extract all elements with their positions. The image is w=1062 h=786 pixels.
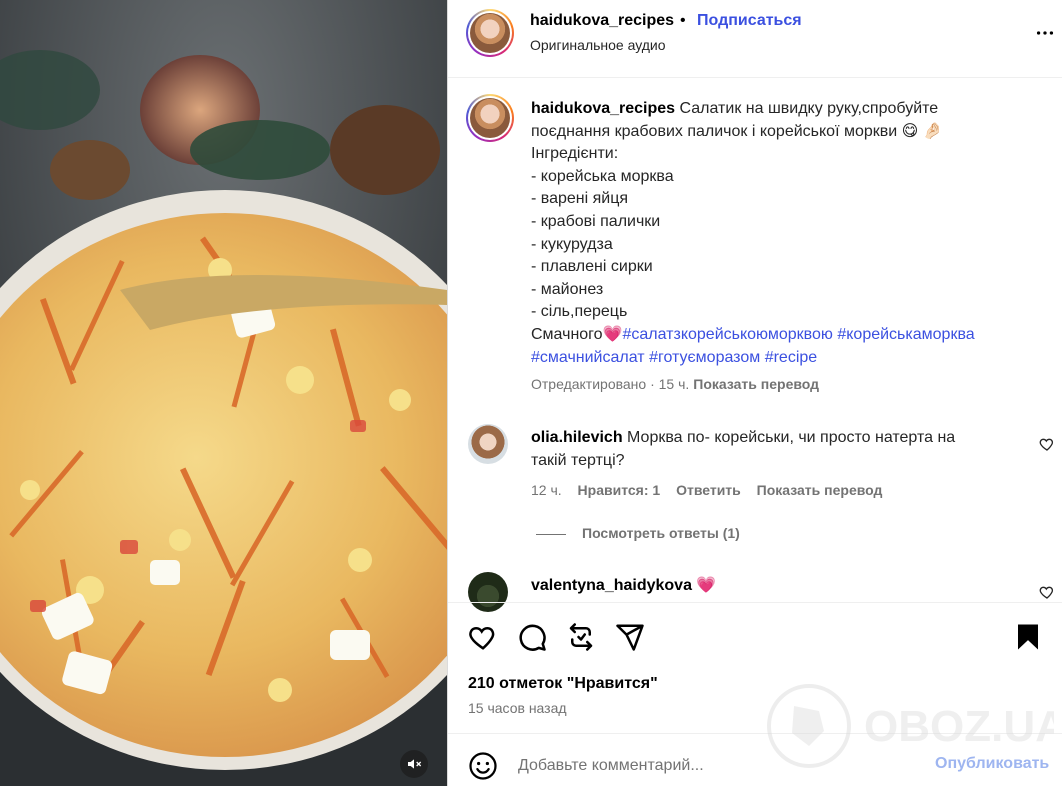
caption-line: поєднання крабових паличок і корейської … bbox=[531, 122, 943, 140]
bookmark-icon[interactable] bbox=[1013, 622, 1043, 652]
follow-button[interactable]: Подписаться bbox=[697, 12, 802, 30]
heart-icon[interactable] bbox=[468, 622, 498, 652]
caption-line: Інгредієнти: bbox=[531, 145, 619, 163]
comment-body: 💗 bbox=[696, 577, 717, 594]
caption-closing: Смачного💗 bbox=[531, 325, 623, 343]
ingredient-item: - майонез bbox=[531, 280, 604, 298]
caption-username[interactable]: haidukova_recipes bbox=[531, 100, 675, 117]
hashtag-link[interactable]: #recipe bbox=[765, 349, 817, 366]
comment-likes[interactable]: Нравится: 1 bbox=[578, 482, 661, 498]
salad-video-frame bbox=[0, 0, 447, 786]
repost-icon[interactable] bbox=[566, 622, 596, 652]
hashtag-link[interactable]: #готуєморазом bbox=[649, 349, 760, 366]
comment-time: 12 ч. bbox=[531, 482, 562, 498]
commenter-username[interactable]: valentyna_haidykova bbox=[531, 577, 692, 594]
comment-icon[interactable] bbox=[517, 622, 547, 652]
send-icon[interactable] bbox=[615, 622, 645, 652]
ingredient-item: - плавлені сирки bbox=[531, 258, 653, 276]
ingredient-item: - корейська морква bbox=[531, 167, 674, 185]
view-replies-button[interactable]: Посмотреть ответы (1) bbox=[536, 525, 740, 541]
comment-like-heart-icon[interactable] bbox=[1039, 584, 1055, 600]
ingredient-item: - крабові палички bbox=[531, 212, 661, 230]
emoji-icon[interactable] bbox=[468, 751, 498, 781]
ingredient-item: - кукурудза bbox=[531, 235, 613, 253]
post-actions: OBOZ.UA 210 отметок "Нравится" 15 часов … bbox=[448, 602, 1062, 768]
ingredient-item: - сіль,перець bbox=[531, 303, 628, 321]
comment-translate-button[interactable]: Показать перевод bbox=[757, 482, 883, 498]
hashtag-link[interactable]: #корейськаморква bbox=[837, 326, 974, 343]
post-dialog: haidukova_recipes • Подписаться Оригинал… bbox=[0, 0, 1062, 786]
separator-dot: • bbox=[680, 12, 686, 29]
show-translation-button[interactable]: Показать перевод bbox=[693, 376, 819, 392]
comment-input[interactable] bbox=[518, 753, 918, 779]
author-username[interactable]: haidukova_recipes bbox=[530, 12, 674, 30]
caption-meta: Отредактировано · 15 ч. Показать перевод bbox=[531, 376, 819, 392]
audio-label[interactable]: Оригинальное аудио bbox=[530, 37, 666, 53]
caption-line: Салатик на швидку руку,спробуйте bbox=[679, 100, 939, 117]
likes-count[interactable]: 210 отметок "Нравится" bbox=[468, 675, 658, 693]
comment-text: olia.hilevich Морква по- корейськи, чи п… bbox=[531, 426, 1011, 472]
comment-composer: Опубликовать bbox=[448, 735, 1062, 786]
caption-author-avatar[interactable] bbox=[466, 94, 514, 142]
post-time: 15 часов назад bbox=[468, 700, 567, 716]
commenter-username[interactable]: olia.hilevich bbox=[531, 429, 623, 446]
post-caption: haidukova_recipes Салатик на швидку руку… bbox=[531, 98, 1051, 369]
comment-body: такій тертці? bbox=[531, 452, 625, 469]
more-horizontal-icon[interactable] bbox=[1034, 22, 1056, 44]
comment-meta: 12 ч. Нравится: 1 Ответить Показать пере… bbox=[531, 482, 894, 498]
hashtag-link[interactable]: #салатзкорейськоюморквою bbox=[622, 326, 832, 343]
comment-text: valentyna_haidykova 💗 bbox=[531, 574, 1011, 597]
ingredient-item: - варені яйця bbox=[531, 190, 629, 208]
post-video[interactable] bbox=[0, 0, 447, 786]
author-avatar[interactable] bbox=[466, 9, 514, 57]
mute-button[interactable] bbox=[400, 750, 428, 778]
speaker-muted-icon bbox=[408, 759, 422, 769]
commenter-avatar[interactable] bbox=[468, 424, 508, 464]
post-header: haidukova_recipes • Подписаться Оригинал… bbox=[448, 0, 1062, 78]
comment-body: Морква по- корейськи, чи просто натерта … bbox=[627, 429, 956, 446]
publish-button[interactable]: Опубликовать bbox=[935, 755, 1049, 773]
reply-button[interactable]: Ответить bbox=[676, 482, 741, 498]
edited-time: Отредактировано · 15 ч. bbox=[531, 376, 690, 392]
hashtag-link[interactable]: #смачнийсалат bbox=[531, 349, 645, 366]
comment-like-heart-icon[interactable] bbox=[1039, 436, 1055, 452]
post-side-panel: haidukova_recipes • Подписаться Оригинал… bbox=[447, 0, 1062, 786]
view-replies-label: Посмотреть ответы (1) bbox=[582, 525, 740, 541]
